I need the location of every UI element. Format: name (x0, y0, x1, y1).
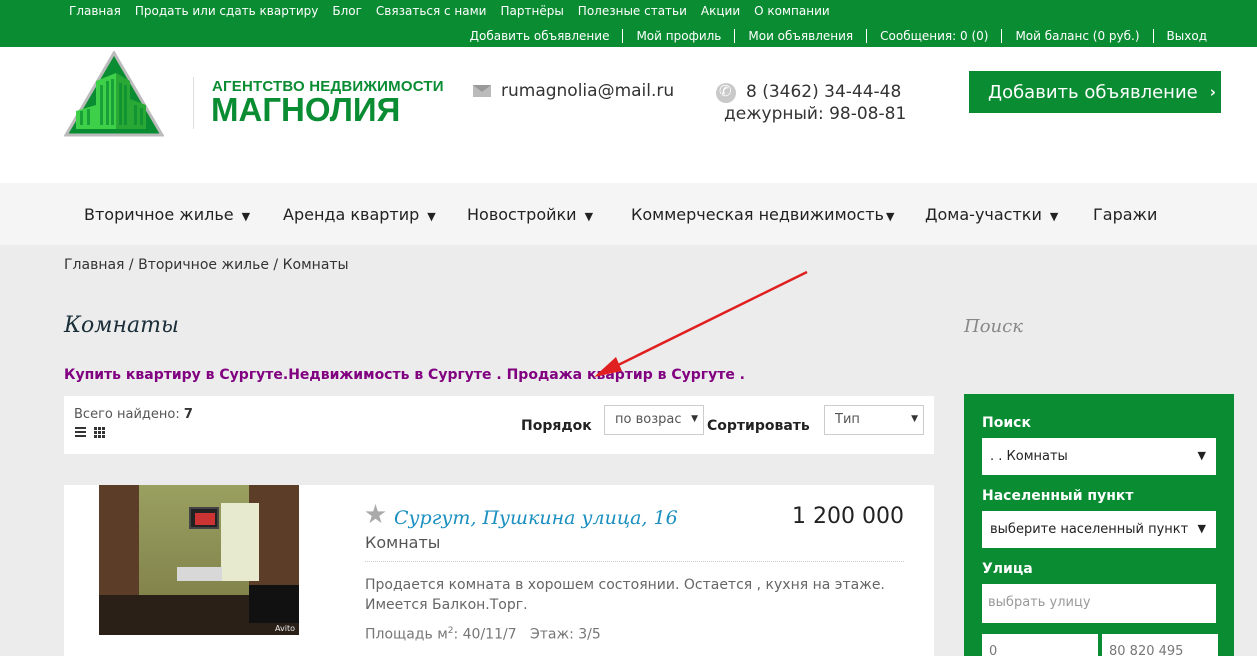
nav-new-buildings[interactable]: Новостройки ▼ (467, 205, 593, 224)
chevron-down-icon: ▼ (885, 210, 895, 223)
dropdown-arrow-icon: ▼ (691, 414, 698, 424)
chevron-down-icon: ▼ (1197, 449, 1206, 462)
order-select-value: по возрас (615, 412, 682, 427)
top-nav: Главная Продать или сдать квартиру Блог … (69, 4, 844, 18)
nav-rental[interactable]: Аренда квартир ▼ (283, 205, 436, 224)
nav-label: Вторичное жилье (84, 205, 234, 224)
favorite-star-icon[interactable] (365, 504, 386, 524)
duty-phone: дежурный: 98-08-81 (724, 104, 907, 124)
nav-label: Дома-участки (925, 205, 1042, 224)
nav-label: Гаражи (1093, 205, 1158, 224)
sort-label: Сортировать (707, 418, 810, 434)
nav-label: Новостройки (467, 205, 577, 224)
mail-icon (473, 85, 491, 97)
phone-icon (716, 82, 736, 103)
photo-watermark: Avito (275, 624, 295, 633)
nav-secondary-housing[interactable]: Вторичное жилье ▼ (84, 205, 250, 224)
floor-value: Этаж: 3/5 (529, 626, 601, 643)
phone-number: 8 (3462) 34-44-48 (746, 82, 902, 102)
category-select-value: . . Комнаты (990, 449, 1068, 464)
email-contact: rumagnolia@mail.ru (473, 81, 674, 101)
area-label: Площадь м (365, 626, 448, 643)
chevron-down-icon: ▼ (1197, 522, 1206, 535)
divider (365, 561, 904, 562)
email-address[interactable]: rumagnolia@mail.ru (501, 81, 674, 101)
results-count-value: 7 (183, 407, 193, 422)
results-toolbar: Всего найдено: 7 Порядок по возрас ▼ Сорт… (64, 396, 934, 454)
top-nav-contact[interactable]: Связаться с нами (376, 4, 487, 18)
results-count: Всего найдено: 7 (74, 407, 193, 422)
search-panel: Поиск . . Комнаты ▼ Населенный пункт выбе… (964, 394, 1234, 656)
list-view-icon[interactable] (75, 427, 86, 438)
chevron-right-icon: › (1209, 83, 1216, 101)
listing-card: Avito Сургут, Пушкина улица, 16 1 200 00… (64, 485, 934, 656)
breadcrumb[interactable]: Главная / Вторичное жилье / Комнаты (64, 257, 349, 273)
top-nav-partners[interactable]: Партнёры (500, 4, 563, 18)
search-category-label: Поиск (982, 415, 1031, 431)
user-nav-balance[interactable]: Мой баланс (0 руб.) (1001, 29, 1152, 43)
sidebar-title: Поиск (964, 316, 1023, 337)
top-bar: Главная Продать или сдать квартиру Блог … (0, 0, 1257, 47)
dropdown-arrow-icon: ▼ (911, 414, 918, 424)
main-nav: Вторичное жилье ▼ Аренда квартир ▼ Новостр… (0, 183, 1257, 245)
user-nav: Добавить объявление Мой профиль Мои объя… (457, 29, 1220, 43)
logo-title[interactable]: МАГНОЛИЯ (211, 91, 400, 129)
nav-houses[interactable]: Дома-участки ▼ (925, 205, 1058, 224)
nav-garages[interactable]: Гаражи (1093, 205, 1157, 224)
price-from-input[interactable]: 0 (982, 634, 1098, 656)
area-value: : 40/11/7 (453, 626, 517, 643)
street-label: Улица (982, 561, 1033, 577)
top-nav-blog[interactable]: Блог (332, 4, 362, 18)
logo-icon[interactable] (64, 51, 164, 137)
price-to-input[interactable]: 80 820 495 (1102, 634, 1218, 656)
sort-select-value: Тип (835, 412, 860, 427)
locality-label: Населенный пункт (982, 488, 1134, 504)
user-nav-messages[interactable]: Сообщения: 0 (0) (866, 29, 1001, 43)
nav-commercial[interactable]: Коммерческая недвижимость ▼ (631, 205, 894, 224)
results-count-label: Всего найдено: (74, 407, 180, 422)
logo-divider (193, 77, 194, 129)
chevron-down-icon: ▼ (1049, 210, 1059, 223)
street-input[interactable]: выбрать улицу (982, 584, 1216, 623)
grid-view-icon[interactable] (94, 427, 105, 438)
user-nav-logout[interactable]: Выход (1152, 29, 1220, 43)
listing-description: Продается комната в хорошем состоянии. О… (365, 577, 885, 613)
top-nav-about[interactable]: О компании (754, 4, 830, 18)
top-nav-promotions[interactable]: Акции (701, 4, 740, 18)
category-select[interactable]: . . Комнаты ▼ (982, 438, 1216, 475)
red-arrow-annotation (594, 270, 808, 377)
view-switcher (75, 427, 105, 438)
listing-photo[interactable]: Avito (99, 485, 299, 635)
listing-price: 1 200 000 (792, 504, 904, 529)
listing-meta: Площадь м2: 40/11/7 Этаж: 3/5 (365, 626, 601, 643)
nav-label: Коммерческая недвижимость (631, 205, 884, 224)
locality-select-value: выберите населенный пункт (990, 522, 1189, 537)
user-nav-add-listing[interactable]: Добавить объявление (457, 29, 623, 43)
user-nav-my-listings[interactable]: Мои объявления (734, 29, 866, 43)
locality-select[interactable]: выберите населенный пункт ▼ (982, 511, 1216, 548)
page-title: Комнаты (64, 313, 179, 338)
add-listing-label: Добавить объявление (988, 81, 1198, 103)
site-header: АГЕНТСТВО НЕДВИЖИМОСТИ МАГНОЛИЯ rumagnol… (0, 47, 1257, 183)
sort-select[interactable]: Тип ▼ (824, 405, 924, 435)
listing-type: Комнаты (365, 533, 441, 552)
chevron-down-icon: ▼ (241, 210, 251, 223)
chevron-down-icon: ▼ (584, 210, 594, 223)
top-nav-sell[interactable]: Продать или сдать квартиру (135, 4, 319, 18)
add-listing-button[interactable]: Добавить объявление › (969, 71, 1221, 113)
user-nav-profile[interactable]: Мой профиль (622, 29, 734, 43)
top-nav-home[interactable]: Главная (69, 4, 121, 18)
top-nav-articles[interactable]: Полезные статьи (578, 4, 687, 18)
listing-address[interactable]: Сургут, Пушкина улица, 16 (394, 507, 678, 529)
order-label: Порядок (521, 418, 592, 434)
chevron-down-icon: ▼ (427, 210, 436, 223)
order-select[interactable]: по возрас ▼ (604, 405, 704, 435)
nav-label: Аренда квартир (283, 205, 420, 224)
